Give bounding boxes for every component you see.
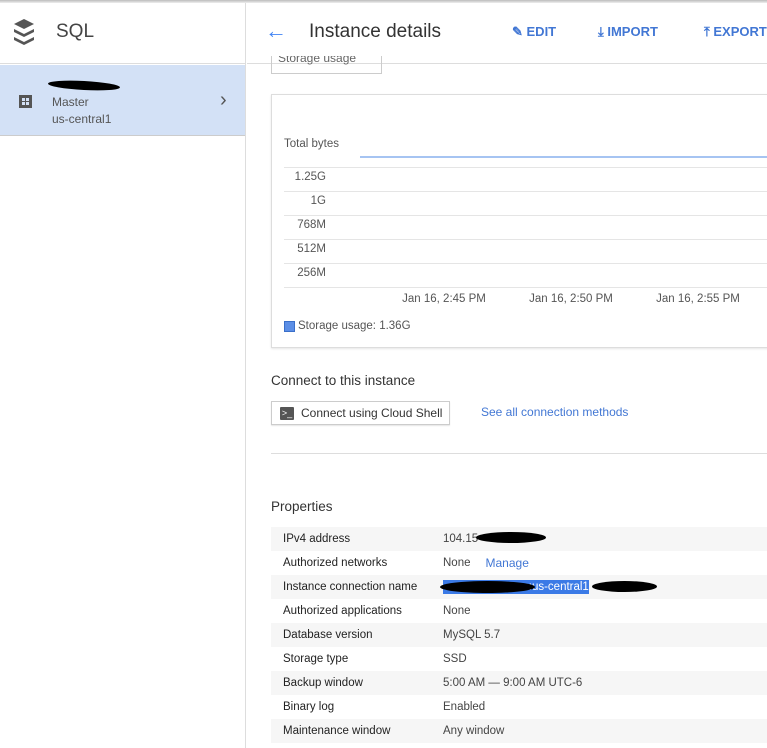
back-arrow-icon[interactable]: ← bbox=[265, 18, 287, 44]
y-tick-label: 1.25G bbox=[294, 171, 326, 183]
legend-label: Storage usage: 1.36G bbox=[298, 320, 411, 332]
property-row: Authorized applications None bbox=[271, 599, 767, 623]
pencil-icon: ✎ bbox=[512, 24, 527, 39]
property-row: Backup window 5:00 AM — 9:00 AM UTC-6 bbox=[271, 671, 767, 695]
property-value-cell: 5:00 AM — 9:00 AM UTC-6 bbox=[443, 677, 582, 689]
chart-card bbox=[271, 94, 767, 348]
property-key: Authorized networks bbox=[283, 557, 388, 569]
gridline bbox=[284, 263, 767, 264]
property-value-cell: 104.15 bbox=[443, 533, 478, 545]
metric-dropdown[interactable]: Storage usage bbox=[271, 56, 382, 74]
chevron-right-icon: › bbox=[220, 89, 227, 111]
top-edge bbox=[0, 0, 767, 3]
property-value-cell: None Manage bbox=[443, 556, 529, 570]
property-value-cell: MySQL 5.7 bbox=[443, 629, 500, 641]
property-value: Any window bbox=[443, 725, 505, 737]
header: ← Instance details ✎ EDIT ⤓ IMPORT ⤒ EXP… bbox=[247, 0, 767, 64]
series-line-storage-usage bbox=[360, 156, 767, 158]
sidebar: SQL Master us-central1 › bbox=[0, 0, 246, 748]
y-tick-label: 512M bbox=[297, 243, 326, 255]
property-row: Database version MySQL 5.7 bbox=[271, 623, 767, 647]
property-row: Storage type SSD bbox=[271, 647, 767, 671]
x-tick-label: Jan 16, 2:55 PM bbox=[656, 293, 740, 305]
x-tick-label: Jan 16, 2:50 PM bbox=[529, 293, 613, 305]
gridline bbox=[284, 167, 767, 168]
divider bbox=[271, 453, 767, 454]
redaction-mark bbox=[592, 581, 657, 592]
property-value: Enabled bbox=[443, 701, 486, 713]
sidebar-header: SQL bbox=[0, 0, 245, 64]
see-all-connection-methods-link[interactable]: See all connection methods bbox=[481, 405, 628, 419]
property-key: Storage type bbox=[283, 653, 349, 665]
legend-swatch bbox=[284, 320, 295, 332]
properties-heading: Properties bbox=[271, 499, 333, 514]
property-key: Backup window bbox=[283, 677, 363, 689]
redacted-instance-name bbox=[47, 79, 121, 92]
sidebar-item-instance[interactable]: Master us-central1 › bbox=[0, 65, 245, 136]
redaction-mark bbox=[476, 532, 546, 543]
property-value: SSD bbox=[443, 653, 467, 665]
manage-networks-link[interactable]: Manage bbox=[486, 556, 529, 570]
property-value-cell: None bbox=[443, 605, 471, 617]
property-value: 104.15 bbox=[443, 533, 479, 545]
edit-button[interactable]: ✎ EDIT bbox=[512, 24, 556, 40]
property-row: Maintenance window Any window bbox=[271, 719, 767, 743]
property-value: None bbox=[443, 557, 471, 569]
export-button[interactable]: ⤒ EXPORT bbox=[704, 24, 767, 40]
y-tick-label: 256M bbox=[297, 267, 326, 279]
property-key: IPv4 address bbox=[283, 533, 351, 545]
import-button[interactable]: ⤓ IMPORT bbox=[598, 24, 658, 40]
property-value-cell: Enabled bbox=[443, 701, 485, 713]
y-axis-label: Total bytes bbox=[284, 138, 339, 150]
property-value: 5:00 AM — 9:00 AM UTC-6 bbox=[443, 677, 583, 689]
property-key: Binary log bbox=[283, 701, 335, 713]
instance-region: us-central1 bbox=[52, 112, 112, 126]
chart-legend[interactable]: Storage usage: 1.36G bbox=[284, 320, 411, 332]
app-title: SQL bbox=[56, 20, 95, 42]
y-tick-label: 1G bbox=[310, 195, 326, 207]
property-key: Authorized applications bbox=[283, 605, 402, 617]
gridline bbox=[284, 287, 767, 288]
export-icon: ⤒ bbox=[704, 24, 714, 39]
y-tick-label: 768M bbox=[297, 219, 326, 231]
instance-grid-icon bbox=[19, 95, 32, 108]
property-row: Binary log Enabled bbox=[271, 695, 767, 719]
gridline bbox=[284, 215, 767, 216]
redaction-mark bbox=[440, 581, 535, 593]
stack-layers-icon bbox=[14, 18, 34, 45]
page-title: Instance details bbox=[309, 21, 442, 42]
property-value-cell: Any window bbox=[443, 725, 504, 737]
gridline bbox=[284, 191, 767, 192]
gridline bbox=[284, 239, 767, 240]
connect-heading: Connect to this instance bbox=[271, 373, 416, 388]
terminal-icon: >_ bbox=[280, 406, 294, 420]
property-key: Instance connection name bbox=[283, 581, 418, 593]
x-tick-label: Jan 16, 2:45 PM bbox=[402, 293, 486, 305]
property-value: None bbox=[443, 605, 471, 617]
property-row: Authorized networks None Manage bbox=[271, 551, 767, 575]
property-value-cell: SSD bbox=[443, 653, 467, 665]
property-value: MySQL 5.7 bbox=[443, 629, 501, 641]
property-key: Database version bbox=[283, 629, 373, 641]
import-icon: ⤓ bbox=[598, 24, 608, 39]
property-key: Maintenance window bbox=[283, 725, 391, 737]
instance-role: Master bbox=[52, 95, 89, 109]
connect-cloud-shell-button[interactable]: >_ Connect using Cloud Shell bbox=[271, 401, 450, 425]
